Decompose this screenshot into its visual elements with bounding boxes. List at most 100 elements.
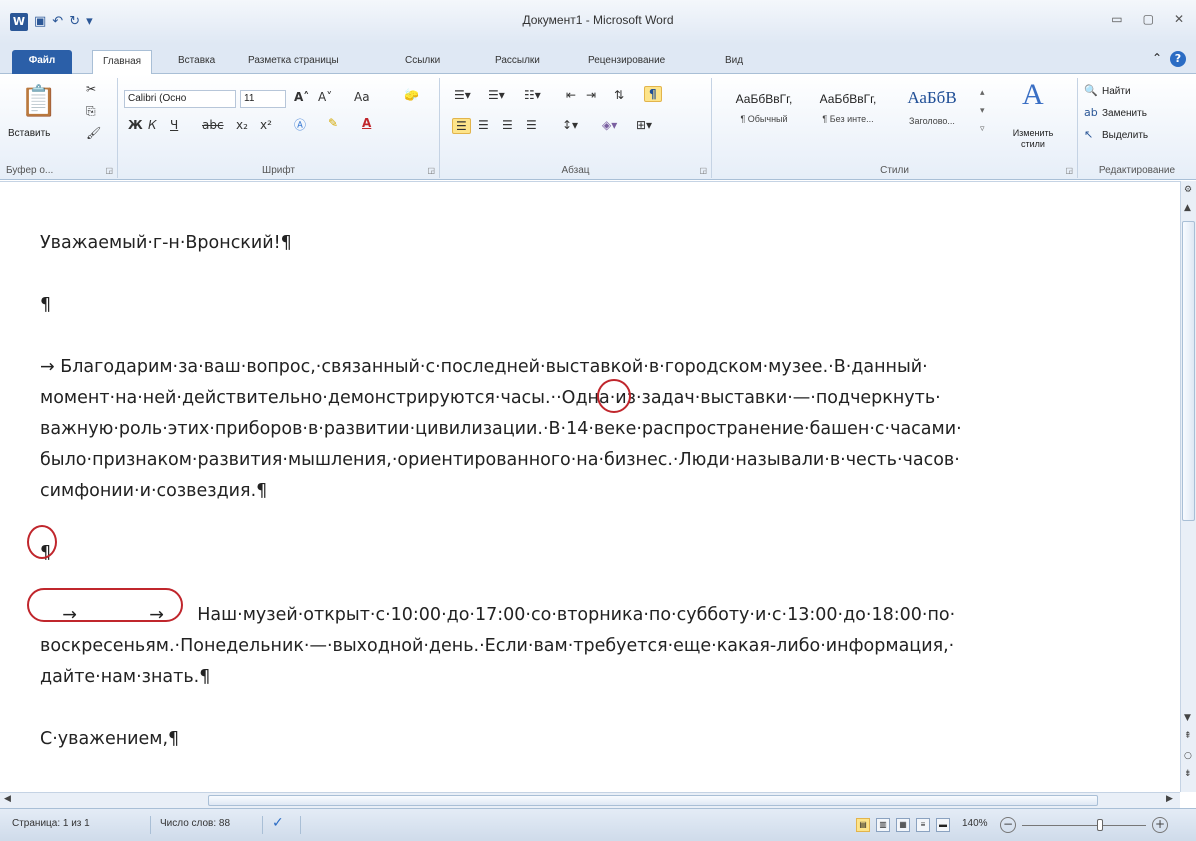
- next-page-icon[interactable]: ⇟: [1184, 769, 1192, 779]
- decrease-indent-icon[interactable]: ⇤: [566, 88, 576, 102]
- justify-icon[interactable]: ☰: [526, 118, 537, 132]
- print-layout-icon[interactable]: ▤: [856, 818, 870, 832]
- zoom-out-icon[interactable]: −: [1000, 817, 1016, 833]
- paragraph-2-line-2: воскресеньям.·Понедельник·—·выходной·ден…: [40, 636, 955, 656]
- paragraph-1-line-5: симфонии·и·созвездия.¶: [40, 481, 268, 501]
- font-launcher-icon[interactable]: ◲: [427, 166, 435, 175]
- document-area[interactable]: Уважаемый·г-н·Вронский!¶ ¶ → Благодарим·…: [0, 181, 1180, 811]
- align-right-icon[interactable]: ☰: [502, 118, 513, 132]
- numbering-icon[interactable]: ☰▾: [488, 88, 505, 102]
- borders-icon[interactable]: ⊞▾: [636, 118, 652, 132]
- web-layout-icon[interactable]: ▦: [896, 818, 910, 832]
- replace-icon: ab: [1084, 106, 1098, 119]
- zoom-slider-thumb[interactable]: [1097, 819, 1103, 831]
- zoom-in-icon[interactable]: +: [1152, 817, 1168, 833]
- scroll-down-icon[interactable]: ▼: [1184, 713, 1191, 723]
- editing-group: 🔍 Найти ab Заменить ↖ Выделить Редактиро…: [1078, 78, 1196, 178]
- show-marks-button[interactable]: ¶: [644, 86, 662, 102]
- proofing-icon[interactable]: ✓: [272, 815, 284, 831]
- document-body[interactable]: Уважаемый·г-н·Вронский!¶ ¶ → Благодарим·…: [40, 228, 1170, 817]
- line-spacing-icon[interactable]: ↕▾: [562, 118, 578, 132]
- paragraph-2-line-1: → → Наш·музей·открыт·с·10:00·до·17:00·со…: [40, 605, 956, 625]
- previous-page-icon[interactable]: ⇞: [1184, 731, 1192, 741]
- superscript-button[interactable]: x²: [260, 118, 272, 132]
- bold-button[interactable]: Ж: [128, 118, 143, 132]
- zoom-slider[interactable]: [1022, 825, 1146, 826]
- vertical-scrollbar[interactable]: ⚙ ▲ ▼ ⇞ ○ ⇟: [1180, 181, 1196, 792]
- copy-icon[interactable]: ⎘: [86, 104, 96, 119]
- styles-scroll-icon[interactable]: ▴ ▾ ▿: [980, 84, 985, 138]
- draft-icon[interactable]: ▬: [936, 818, 950, 832]
- strikethrough-button[interactable]: abc: [202, 118, 224, 132]
- paste-icon[interactable]: 📋: [20, 84, 57, 119]
- select-browse-object-icon[interactable]: ○: [1184, 751, 1192, 761]
- multilevel-list-icon[interactable]: ☷▾: [524, 88, 541, 102]
- select-icon: ↖: [1084, 128, 1094, 141]
- underline-button[interactable]: Ч: [170, 118, 178, 132]
- shading-icon[interactable]: ◈▾: [602, 118, 617, 132]
- full-screen-reading-icon[interactable]: ▥: [876, 818, 890, 832]
- paragraph-1-line-1: → Благодарим·за·ваш·вопрос,·связанный·с·…: [40, 357, 928, 377]
- vertical-scroll-thumb[interactable]: [1182, 221, 1195, 521]
- tab-home[interactable]: Главная: [92, 50, 153, 74]
- clear-formatting-icon[interactable]: 🧽: [404, 88, 419, 102]
- find-button[interactable]: Найти: [1102, 86, 1131, 97]
- tab-insert[interactable]: Вставка: [168, 50, 225, 74]
- text-effects-icon[interactable]: Ⓐ: [294, 116, 306, 133]
- font-color-icon[interactable]: A: [362, 116, 371, 130]
- tab-page-layout[interactable]: Разметка страницы: [238, 50, 349, 74]
- change-styles-icon[interactable]: A: [1022, 78, 1044, 112]
- subscript-button[interactable]: x₂: [236, 118, 248, 132]
- scroll-right-icon[interactable]: ▶: [1166, 794, 1173, 804]
- select-button[interactable]: Выделить: [1102, 130, 1148, 141]
- page-indicator[interactable]: Страница: 1 из 1: [12, 818, 90, 829]
- clipboard-group: 📋 Вставить ✂ ⎘ 🖌 Буфер о... ◲: [0, 78, 118, 178]
- style-sample: АаБбВвГг,: [735, 92, 793, 106]
- increase-indent-icon[interactable]: ⇥: [586, 88, 596, 102]
- style-heading[interactable]: АаБбВ Заголово...: [890, 82, 974, 138]
- italic-button[interactable]: К: [148, 118, 157, 132]
- sort-icon[interactable]: ⇅: [614, 88, 624, 102]
- minimize-ribbon-icon[interactable]: ⌃: [1152, 51, 1162, 67]
- tab-review[interactable]: Рецензирование: [578, 50, 675, 74]
- font-group: Calibri (Осно 11 A˄ A˅ Aa 🧽 Ж К Ч abc x₂…: [118, 78, 440, 178]
- bullets-icon[interactable]: ☰▾: [454, 88, 471, 102]
- paragraph-1-line-4: было·признаком·развития·мышления,·ориент…: [40, 450, 960, 470]
- ruler-toggle-icon[interactable]: ⚙: [1184, 185, 1192, 195]
- tab-view[interactable]: Вид: [715, 50, 753, 74]
- zoom-level[interactable]: 140%: [962, 818, 988, 829]
- styles-launcher-icon[interactable]: ◲: [1065, 166, 1073, 175]
- paste-button[interactable]: Вставить: [8, 128, 50, 139]
- format-painter-icon[interactable]: 🖌: [86, 126, 101, 140]
- clipboard-launcher-icon[interactable]: ◲: [105, 166, 113, 175]
- ribbon-tabs: Файл Главная Вставка Разметка страницы С…: [0, 44, 1196, 74]
- horizontal-scroll-thumb[interactable]: [208, 795, 1098, 806]
- replace-button[interactable]: Заменить: [1102, 108, 1147, 119]
- style-no-spacing[interactable]: АаБбВвГг, ¶ Без инте...: [806, 82, 890, 138]
- tab-file[interactable]: Файл: [12, 50, 72, 74]
- font-name-select[interactable]: Calibri (Осно: [124, 90, 236, 108]
- maximize-icon[interactable]: ▢: [1143, 12, 1154, 26]
- word-count[interactable]: Число слов: 88: [160, 818, 230, 829]
- outline-icon[interactable]: ≡: [916, 818, 930, 832]
- scroll-left-icon[interactable]: ◀: [4, 794, 11, 804]
- tab-references[interactable]: Ссылки: [395, 50, 450, 74]
- paragraph-launcher-icon[interactable]: ◲: [699, 166, 707, 175]
- close-icon[interactable]: ✕: [1174, 12, 1184, 26]
- change-case-icon[interactable]: Aa: [354, 90, 370, 104]
- horizontal-scrollbar[interactable]: ◀ ▶: [0, 792, 1180, 808]
- align-center-icon[interactable]: ☰: [478, 118, 489, 132]
- minimize-icon[interactable]: ▭: [1111, 12, 1122, 26]
- highlight-color-icon[interactable]: ✎: [328, 116, 338, 130]
- scroll-up-icon[interactable]: ▲: [1184, 203, 1191, 213]
- tab-mailings[interactable]: Рассылки: [485, 50, 550, 74]
- align-left-icon[interactable]: ☰: [452, 118, 471, 134]
- change-styles-button[interactable]: Изменить стили: [1006, 128, 1060, 150]
- style-sample: АаБбВвГг,: [819, 92, 877, 106]
- shrink-font-icon[interactable]: A˅: [318, 90, 332, 104]
- style-normal[interactable]: АаБбВвГг, ¶ Обычный: [722, 82, 806, 138]
- grow-font-icon[interactable]: A˄: [294, 90, 309, 104]
- help-icon[interactable]: ?: [1170, 51, 1186, 67]
- cut-icon[interactable]: ✂: [86, 82, 96, 96]
- font-size-select[interactable]: 11: [240, 90, 286, 108]
